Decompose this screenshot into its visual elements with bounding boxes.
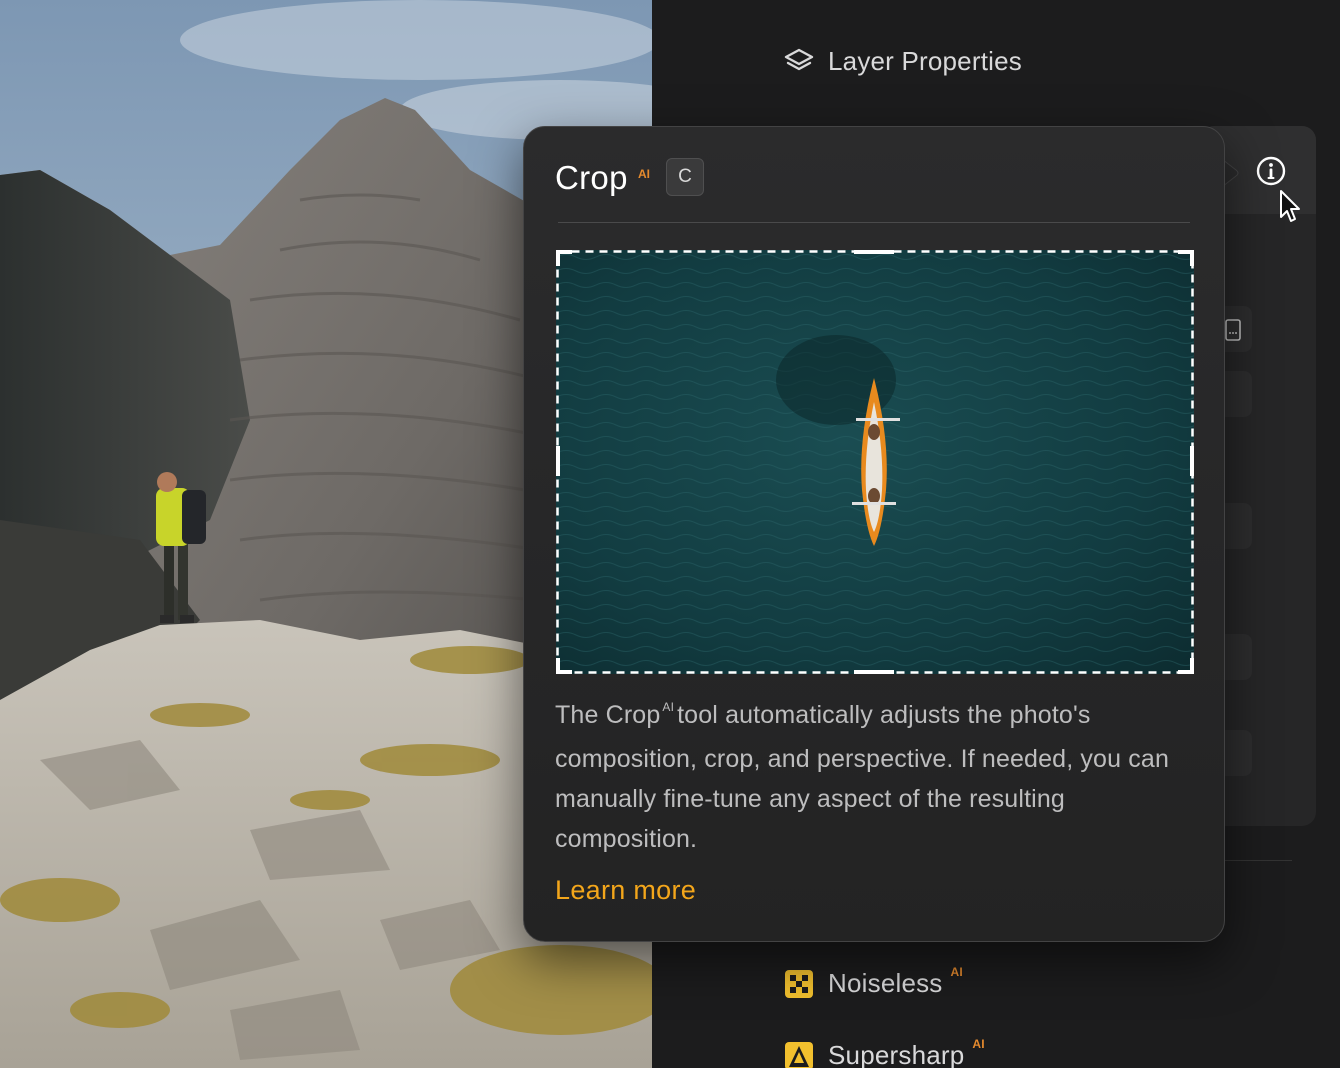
app-window: Layer Properties Noiseless AI Supersharp… [0, 0, 1340, 1068]
supersharp-item[interactable]: Supersharp AI [784, 1036, 985, 1068]
layer-properties-label: Layer Properties [828, 46, 1022, 76]
learn-more-link[interactable]: Learn more [555, 875, 696, 906]
supersharp-icon [784, 1041, 814, 1068]
shortcut-key-badge: C [666, 158, 704, 196]
supersharp-ai-badge: AI [972, 1036, 985, 1051]
noiseless-ai-badge: AI [950, 964, 963, 979]
supersharp-label: Supersharp [828, 1040, 965, 1068]
crop-preview-image [556, 250, 1194, 674]
description-ai-badge: AI [662, 700, 675, 714]
popover-title: Crop [555, 159, 628, 196]
noiseless-item[interactable]: Noiseless AI [784, 964, 963, 999]
layer-properties-item[interactable]: Layer Properties [784, 46, 1022, 77]
description-lead: The Crop [555, 701, 661, 729]
mouse-cursor-icon [1279, 189, 1303, 225]
noiseless-icon [784, 969, 814, 999]
popover-divider [558, 222, 1190, 223]
popover-ai-badge: AI [638, 167, 650, 181]
popover-description: The Crop AI tool automatically adjusts the… [555, 695, 1195, 859]
layers-icon [784, 47, 814, 77]
info-icon[interactable] [1254, 154, 1288, 188]
noiseless-label: Noiseless [828, 968, 943, 998]
crop-tooltip-popover: Crop AI C The Crop AI tool automatically… [523, 126, 1225, 942]
